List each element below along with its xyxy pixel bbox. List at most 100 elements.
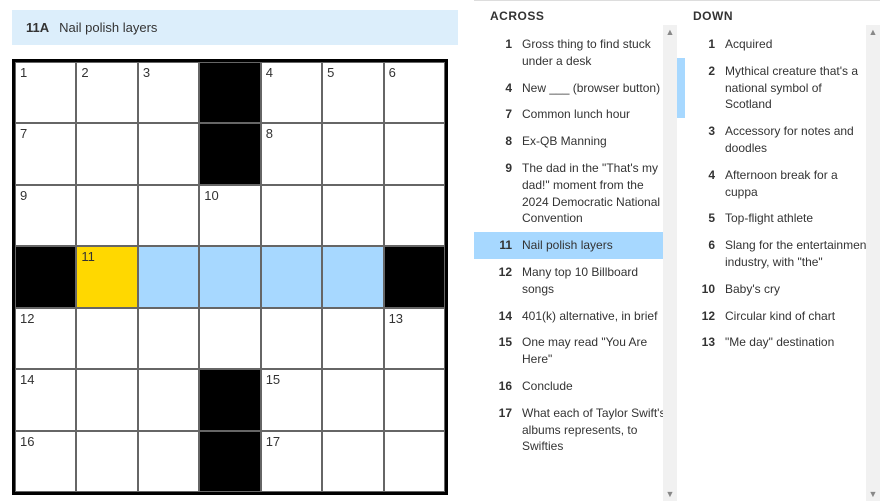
clue-text: One may read "You Are Here" [522, 334, 667, 368]
clue-item[interactable]: 8Ex-QB Manning [474, 128, 677, 155]
scroll-down-icon[interactable]: ▼ [866, 487, 880, 501]
crossword-grid[interactable]: 1234567891011121314151617 [12, 59, 448, 495]
cell[interactable] [384, 369, 445, 430]
down-clue-list[interactable]: 1 Acquired 2Mythical creature that's a nat… [677, 31, 880, 501]
scrollbar-track[interactable]: ▲ ▼ [663, 25, 677, 501]
cell[interactable]: 4 [261, 62, 322, 123]
cell[interactable]: 17 [261, 431, 322, 492]
cell[interactable] [138, 431, 199, 492]
cell[interactable] [384, 185, 445, 246]
clue-item[interactable]: 4Afternoon break for a cuppa [677, 162, 880, 206]
cell[interactable] [261, 308, 322, 369]
cell[interactable] [138, 185, 199, 246]
scrollbar-track[interactable]: ▲ ▼ [866, 25, 880, 501]
cell[interactable]: 16 [15, 431, 76, 492]
cell-number: 10 [204, 188, 218, 203]
clue-number: 12 [490, 264, 512, 298]
clue-item[interactable]: 15One may read "You Are Here" [474, 329, 677, 373]
current-clue-bar[interactable]: 11A Nail polish layers [12, 10, 458, 45]
cell-number: 16 [20, 434, 34, 449]
cell[interactable] [384, 431, 445, 492]
cell[interactable] [322, 431, 383, 492]
clue-text: Many top 10 Billboard songs [522, 264, 667, 298]
clue-item[interactable]: 10Baby's cry [677, 276, 880, 303]
cell[interactable]: 6 [384, 62, 445, 123]
clue-number: 16 [490, 378, 512, 395]
cell[interactable] [76, 123, 137, 184]
cell[interactable] [138, 369, 199, 430]
cell[interactable]: 1 [15, 62, 76, 123]
cell-number: 13 [389, 311, 403, 326]
cell[interactable]: 12 [15, 308, 76, 369]
clue-item[interactable]: 12 Many top 10 Billboard songs [474, 259, 677, 303]
cell[interactable]: 2 [76, 62, 137, 123]
clue-item[interactable]: 9The dad in the "That's my dad!" moment … [474, 155, 677, 232]
clue-text: Gross thing to find stuck under a desk [522, 36, 667, 70]
cell-number: 15 [266, 372, 280, 387]
clue-number: 1 [693, 36, 715, 53]
cell[interactable]: 15 [261, 369, 322, 430]
cell[interactable]: 7 [15, 123, 76, 184]
clue-item[interactable]: 13 "Me day" destination [677, 329, 880, 356]
clue-number: 6 [693, 237, 715, 271]
cell[interactable]: 11 [76, 246, 137, 307]
scroll-up-icon[interactable]: ▲ [663, 25, 677, 39]
across-header: ACROSS [474, 9, 677, 31]
clue-number: 12 [693, 308, 715, 325]
cell[interactable]: 9 [15, 185, 76, 246]
cell[interactable]: 13 [384, 308, 445, 369]
cell[interactable]: 10 [199, 185, 260, 246]
cell-black [199, 369, 260, 430]
cell[interactable] [76, 369, 137, 430]
cell[interactable] [322, 185, 383, 246]
clue-item[interactable]: 7Common lunch hour [474, 101, 677, 128]
clue-item[interactable]: 17What each of Taylor Swift's albums rep… [474, 400, 677, 460]
cell[interactable] [138, 246, 199, 307]
cell[interactable] [138, 123, 199, 184]
cell[interactable] [384, 123, 445, 184]
cell[interactable] [199, 308, 260, 369]
scroll-down-icon[interactable]: ▼ [663, 487, 677, 501]
cell[interactable]: 14 [15, 369, 76, 430]
clue-item[interactable]: 6Slang for the entertainment industry, w… [677, 232, 880, 276]
clue-item[interactable]: 4New ___ (browser button) [474, 75, 677, 102]
cell[interactable] [261, 246, 322, 307]
clue-item[interactable]: 1 Acquired [677, 31, 880, 58]
clue-number: 3 [693, 123, 715, 157]
cell[interactable]: 8 [261, 123, 322, 184]
cell[interactable]: 5 [322, 62, 383, 123]
clue-number: 9 [490, 160, 512, 227]
cell[interactable] [138, 308, 199, 369]
cell[interactable]: 3 [138, 62, 199, 123]
cell[interactable] [76, 431, 137, 492]
cell[interactable] [322, 123, 383, 184]
clue-item[interactable]: 5Top-flight athlete [677, 205, 880, 232]
scroll-up-icon[interactable]: ▲ [866, 25, 880, 39]
clue-item[interactable]: 1Gross thing to find stuck under a desk [474, 31, 677, 75]
cell[interactable] [199, 246, 260, 307]
clue-number: 13 [693, 334, 715, 351]
cell-number: 6 [389, 65, 396, 80]
clue-item[interactable]: 2Mythical creature that's a national sym… [677, 58, 880, 118]
cell-number: 7 [20, 126, 27, 141]
cell-number: 2 [81, 65, 88, 80]
clue-item[interactable]: 12Circular kind of chart [677, 303, 880, 330]
cell[interactable] [322, 308, 383, 369]
cell[interactable] [322, 246, 383, 307]
puzzle-panel: 11A Nail polish layers 12345678910111213… [0, 0, 474, 501]
clue-item[interactable]: 14401(k) alternative, in brief [474, 303, 677, 330]
clue-text: Acquired [725, 36, 870, 53]
clue-number: 7 [490, 106, 512, 123]
clue-item[interactable]: 3Accessory for notes and doodles [677, 118, 880, 162]
clue-number: 14 [490, 308, 512, 325]
cell[interactable] [76, 185, 137, 246]
down-header: DOWN [677, 9, 880, 31]
clue-item[interactable]: 16Conclude [474, 373, 677, 400]
clue-number: 8 [490, 133, 512, 150]
cell[interactable] [76, 308, 137, 369]
cell[interactable] [322, 369, 383, 430]
clue-text: "Me day" destination [725, 334, 870, 351]
cell[interactable] [261, 185, 322, 246]
clue-item[interactable]: 11Nail polish layers [474, 232, 677, 259]
across-clue-list[interactable]: 1Gross thing to find stuck under a desk4… [474, 31, 677, 501]
